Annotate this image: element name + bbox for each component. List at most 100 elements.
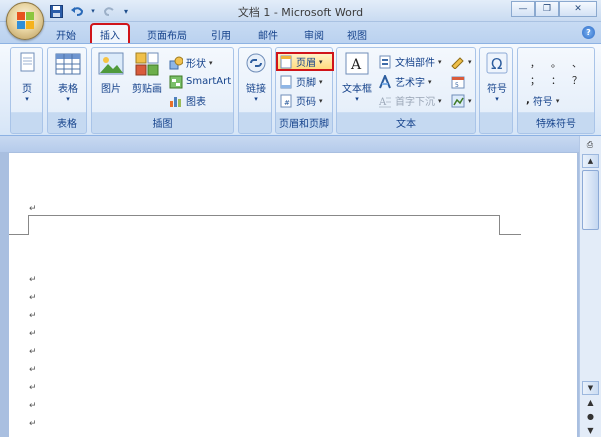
tab-review[interactable]: 审阅 [296,25,332,44]
group-header-footer: 页眉 ▾ 页脚 ▾ # 页码 ▾ 页眉和页脚 [275,47,334,134]
page-icon [13,51,41,77]
group-label-illustrations: 插图 [152,119,173,130]
page-number-icon: # [280,94,292,107]
chevron-down-icon: ▾ [25,95,29,103]
chevron-down-icon: ▾ [468,57,472,66]
group-special-symbols: ， 。 、 ； ： ？ , 符号 ▾ 特殊符号 [517,47,595,134]
symbol-enumeration-comma[interactable]: 、 [572,55,582,70]
footer-button[interactable]: 页脚 ▾ [279,73,323,90]
symbols-button[interactable]: Ω 符号 ▾ [482,51,512,103]
group-pages: 页 ▾ [10,47,43,134]
wordart-button[interactable]: 艺术字 ▾ [378,73,432,90]
scroll-up-button[interactable]: ▲ [582,154,599,168]
tab-home[interactable]: 开始 [48,25,84,44]
view-ruler-icon[interactable]: ⎙ [583,140,597,152]
help-icon[interactable]: ? [582,26,595,39]
chevron-down-icon: ▾ [355,95,359,103]
svg-text:A: A [350,57,362,73]
picture-label: 图片 [101,84,121,95]
pages-button[interactable]: 页 ▾ [13,51,41,103]
chart-button[interactable]: 图表 [169,92,206,109]
previous-page-icon[interactable]: ▲ [584,398,597,411]
textbox-button[interactable]: A 文本框 ▾ [340,51,374,103]
tab-references[interactable]: 引用 [203,25,239,44]
dropcap-button[interactable]: A 首字下沉 ▾ [378,92,442,109]
paragraph-mark: ↵ [29,383,37,393]
wordart-icon [379,74,391,88]
document-page[interactable]: ↵ ↵ ↵ ↵ ↵ ↵ ↵ ↵ ↵ ↵ [9,153,577,437]
smartart-icon [169,75,183,88]
close-button[interactable]: ✕ [559,1,597,17]
quickparts-icon [379,55,391,68]
chevron-down-icon: ▾ [66,95,70,103]
paragraph-mark: ↵ [29,329,37,339]
picture-icon [97,51,125,77]
group-text: A 文本框 ▾ 文档部件 ▾ 艺术字 ▾ A 首字下沉 ▾ ▾ 5 ▾ 文本 [336,47,476,134]
dropcap-label: 首字下沉 [395,97,435,108]
header-label: 页眉 [296,58,316,69]
footer-icon [280,75,292,88]
symbol-semicolon[interactable]: ； [530,72,540,87]
symbol-question[interactable]: ？ [572,72,582,87]
group-links: 链接 ▾ [238,47,272,134]
restore-button[interactable]: ❐ [535,1,559,17]
paragraph-mark: ↵ [29,365,37,375]
symbol-colon[interactable]: ： [551,72,561,87]
tab-insert[interactable]: 插入 [90,23,130,45]
clipart-icon [133,51,161,77]
page-number-button[interactable]: # 页码 ▾ [279,92,323,109]
pages-label: 页 [22,84,32,95]
svg-text:5: 5 [455,82,459,89]
chevron-down-icon: ▾ [319,57,323,66]
office-button[interactable] [6,2,44,40]
chevron-down-icon: ▾ [428,77,432,86]
table-icon [54,51,82,77]
link-icon [242,51,270,77]
picture-button[interactable]: 图片 [96,51,126,95]
chevron-down-icon: ▾ [555,96,560,105]
paragraph-mark: ↵ [29,311,37,321]
office-logo-icon [17,12,35,30]
object-button[interactable]: ▾ [451,92,472,109]
datetime-button[interactable]: 5 [451,73,465,90]
quickparts-button[interactable]: 文档部件 ▾ [378,53,442,70]
symbol-comma[interactable]: ， [530,55,540,70]
shapes-button[interactable]: 形状 ▾ [169,54,213,71]
scroll-down-button[interactable]: ▼ [582,381,599,395]
tab-page-layout[interactable]: 页面布局 [140,25,194,44]
select-browse-object-icon[interactable]: ● [584,412,597,425]
chart-label: 图表 [186,97,206,108]
shapes-label: 形状 [186,59,206,70]
scroll-thumb[interactable] [582,170,599,230]
clipart-button[interactable]: 剪贴画 [130,51,164,95]
next-page-icon[interactable]: ▼ [584,426,597,437]
window-controls: — ❐ ✕ [511,1,597,17]
header-border-right [499,234,521,235]
minimize-button[interactable]: — [511,1,535,17]
chevron-down-icon: ▾ [468,96,472,105]
group-symbols: Ω 符号 ▾ [479,47,513,134]
smartart-label: SmartArt [186,76,232,87]
vertical-scrollbar[interactable]: ⎙ ▲ ▼ ▲ ● ▼ [579,136,601,437]
ribbon-tab-row: 开始 插入 页面布局 引用 邮件 审阅 视图 ? [0,22,601,45]
shapes-icon [169,56,183,69]
calendar-icon: 5 [451,76,465,89]
group-label-text: 文本 [396,119,416,130]
chevron-down-icon: ▾ [254,95,258,103]
tab-view[interactable]: 视图 [339,25,375,44]
header-button[interactable]: 页眉 ▾ [276,52,334,71]
smartart-button[interactable]: SmartArt [169,73,231,90]
special-symbol-label: 符号 [532,97,553,108]
special-symbol-button[interactable]: , 符号 ▾ [526,92,559,109]
paragraph-mark: ↵ [29,347,37,357]
table-button[interactable]: 表格 ▾ [52,51,84,103]
signature-line-button[interactable]: ▾ [451,53,472,70]
paragraph-mark: ↵ [29,401,37,411]
symbol-period[interactable]: 。 [551,55,561,70]
tab-mailings[interactable]: 邮件 [250,25,286,44]
chart-icon [170,96,181,107]
svg-text:Ω: Ω [491,55,502,73]
links-button[interactable]: 链接 ▾ [241,51,271,103]
wordart-label: 艺术字 [395,78,425,89]
signature-line-icon [451,56,464,69]
